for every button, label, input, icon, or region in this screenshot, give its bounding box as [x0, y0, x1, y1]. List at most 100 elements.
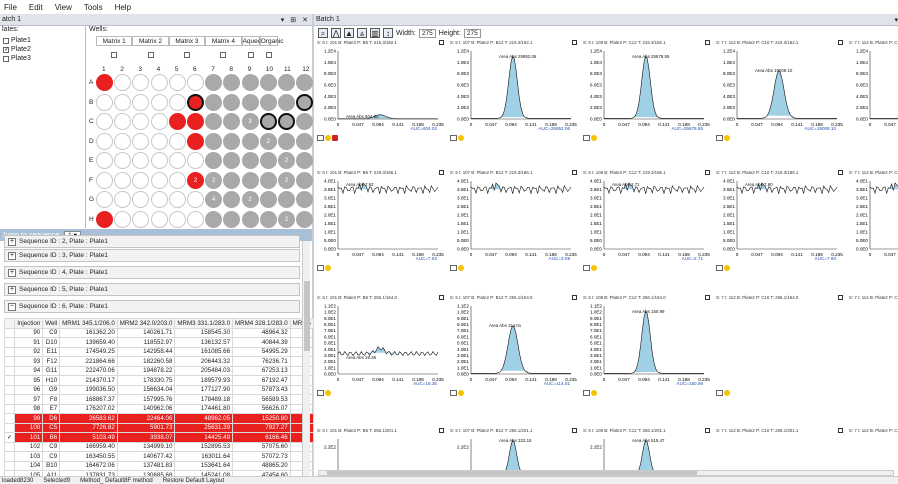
well-H1[interactable] — [96, 210, 113, 228]
maximize-icon[interactable] — [572, 170, 577, 175]
chromatogram-cell[interactable]: S: 7 I: 114 B: Plate2 P: C11 T — [848, 295, 898, 388]
plate-item[interactable]: ✓ Plate2 — [0, 45, 85, 54]
flag-icon[interactable] — [458, 135, 464, 141]
table-row[interactable]: 100 C5 7726.82 5901.73 25631.39 7927.27 — [3, 422, 314, 433]
well-A8[interactable] — [223, 74, 241, 91]
chromatogram-cell[interactable]: S: 6 I: 107 B: Plate2 P: B12 T: 219.3/18… — [449, 170, 582, 271]
matrix-checkbox[interactable] — [220, 52, 227, 58]
well-A11[interactable] — [278, 74, 295, 91]
table-header[interactable]: MRM1 345.1/206.0 — [59, 318, 118, 329]
sequence-group-header[interactable]: + Sequence ID : 5, Plate : Plate1 — [4, 283, 300, 296]
collapse-icon[interactable]: − — [8, 302, 16, 311]
well-E1[interactable] — [96, 152, 113, 169]
plate-item[interactable]: Plate1 — [0, 36, 85, 45]
well-D11[interactable] — [278, 132, 295, 150]
well-H11[interactable]: 2 — [278, 210, 295, 228]
well-E12[interactable] — [296, 152, 314, 169]
sequence-group-header[interactable]: + Sequence ID : 3, Plate : Plate1 — [4, 249, 300, 262]
checkbox[interactable] — [3, 37, 9, 44]
well-G8[interactable] — [223, 191, 241, 208]
well-D6[interactable] — [187, 132, 204, 150]
well-B10[interactable] — [259, 93, 277, 111]
flag-icon[interactable] — [325, 135, 331, 141]
flag-icon[interactable] — [724, 390, 730, 396]
expand-icon[interactable]: + — [8, 285, 16, 294]
close-icon[interactable]: ✕ — [302, 16, 308, 24]
checkbox-icon[interactable] — [583, 265, 590, 271]
well-F7[interactable]: 2 — [205, 171, 223, 189]
chromatogram-cell[interactable]: S: 6 I: 101 B: Plate2 P: B6 T: 219.3/186… — [316, 170, 449, 271]
well-B4[interactable] — [150, 93, 168, 111]
checkbox-icon[interactable] — [317, 265, 324, 271]
maximize-icon[interactable] — [705, 295, 710, 300]
maximize-icon[interactable] — [838, 170, 843, 175]
well-D3[interactable] — [132, 132, 150, 150]
well-H9[interactable] — [241, 210, 259, 228]
well-F1[interactable] — [96, 171, 113, 189]
overlay-icon[interactable]: ⩓ — [357, 28, 367, 38]
chromatogram-cell[interactable]: S: 6 I: 107 B: Plate2 P: B12 T: 215.3/18… — [449, 40, 582, 141]
expand-icon[interactable]: + — [8, 237, 16, 246]
menu-tools[interactable]: Tools — [84, 3, 103, 12]
status-item[interactable]: Restore Default Layout — [163, 478, 224, 484]
chromatogram-cell[interactable]: S: 6 I: 108 B: Plate2 P: C12 T: 256.1/16… — [582, 295, 715, 396]
chromatogram-cell[interactable]: S: 6 I: 101 B: Plate2 P: B6 T: 256.1/164… — [316, 295, 449, 396]
well-F3[interactable] — [132, 171, 150, 189]
well-G3[interactable] — [132, 191, 150, 208]
well-G11[interactable] — [278, 191, 295, 208]
pin-icon[interactable]: ⊞ — [290, 16, 296, 24]
checkbox-icon[interactable] — [450, 265, 457, 271]
well-H2[interactable] — [114, 210, 132, 228]
well-C12[interactable] — [296, 113, 314, 130]
table-header[interactable]: MRM2 342.0/203.0 — [116, 318, 176, 329]
peak-fill-icon[interactable]: ▲ — [344, 28, 354, 38]
well-B9[interactable] — [241, 93, 259, 111]
chromatogram-cell[interactable]: S: 6 I: 107 B: Plate2 P: B12 T: 256.1/16… — [449, 295, 582, 396]
well-C6[interactable] — [187, 113, 204, 130]
well-B7[interactable] — [205, 93, 223, 111]
table-row[interactable]: 99 D6 26583.62 22464.06 48962.05 15250.80 — [3, 413, 314, 424]
well-D9[interactable] — [241, 132, 259, 150]
well-H5[interactable] — [168, 210, 186, 228]
maximize-icon[interactable] — [439, 295, 444, 300]
maximize-icon[interactable] — [705, 170, 710, 175]
well-D2[interactable] — [114, 132, 132, 150]
flag-icon[interactable] — [458, 265, 464, 271]
chromatogram-cell[interactable]: S: 6 I: 101 B: Plate2 P: B6 T: 215.3/182… — [316, 40, 449, 141]
well-A6[interactable] — [187, 74, 204, 91]
checkbox[interactable]: ✓ — [3, 46, 9, 53]
well-B12[interactable] — [296, 93, 314, 111]
peak-icon[interactable]: ⋀ — [331, 28, 341, 38]
well-C8[interactable] — [223, 113, 241, 130]
well-A10[interactable] — [259, 74, 277, 91]
table-row[interactable]: 97 F8 168867.37 157995.76 178489.18 56589.53 — [3, 394, 314, 405]
well-C9[interactable]: 3 — [241, 113, 259, 130]
well-H6[interactable] — [187, 210, 204, 228]
table-row[interactable]: 103 C9 163450.55 140677.42 163011.64 57072.73 — [3, 451, 314, 462]
chromatogram-cell[interactable]: S: 6 I: 108 B: Plate2 P: C12 T: 256.1/20… — [582, 428, 715, 470]
plate-item[interactable]: Plate3 — [0, 54, 85, 63]
well-F8[interactable] — [223, 171, 241, 189]
flag-icon[interactable] — [591, 265, 597, 271]
table-header[interactable]: Injection — [14, 318, 44, 329]
table-row[interactable]: 92 E11 174549.25 142958.44 161085.66 54995.29 — [3, 346, 314, 357]
checkbox-icon[interactable] — [716, 265, 723, 271]
menu-help[interactable]: Help — [115, 3, 131, 12]
well-E6[interactable] — [187, 152, 204, 169]
maximize-icon[interactable] — [439, 428, 444, 433]
maximize-icon[interactable] — [572, 40, 577, 45]
well-B5[interactable] — [168, 93, 186, 111]
table-row[interactable]: 98 E7 176207.02 140962.06 174461.80 56626.07 — [3, 403, 314, 414]
table-row[interactable]: 104 B10 164672.06 137481.83 153641.64 48865.2… — [3, 460, 314, 471]
matrix-checkbox[interactable] — [147, 52, 154, 58]
well-B11[interactable] — [278, 93, 295, 111]
well-H4[interactable] — [150, 210, 168, 228]
well-F5[interactable] — [168, 171, 186, 189]
well-E7[interactable] — [205, 152, 223, 169]
well-D4[interactable] — [150, 132, 168, 150]
well-C5[interactable] — [168, 113, 186, 130]
well-G4[interactable] — [150, 191, 168, 208]
dropdown-icon[interactable]: ▾ — [281, 16, 285, 24]
well-D5[interactable] — [168, 132, 186, 150]
well-G10[interactable] — [259, 191, 277, 208]
